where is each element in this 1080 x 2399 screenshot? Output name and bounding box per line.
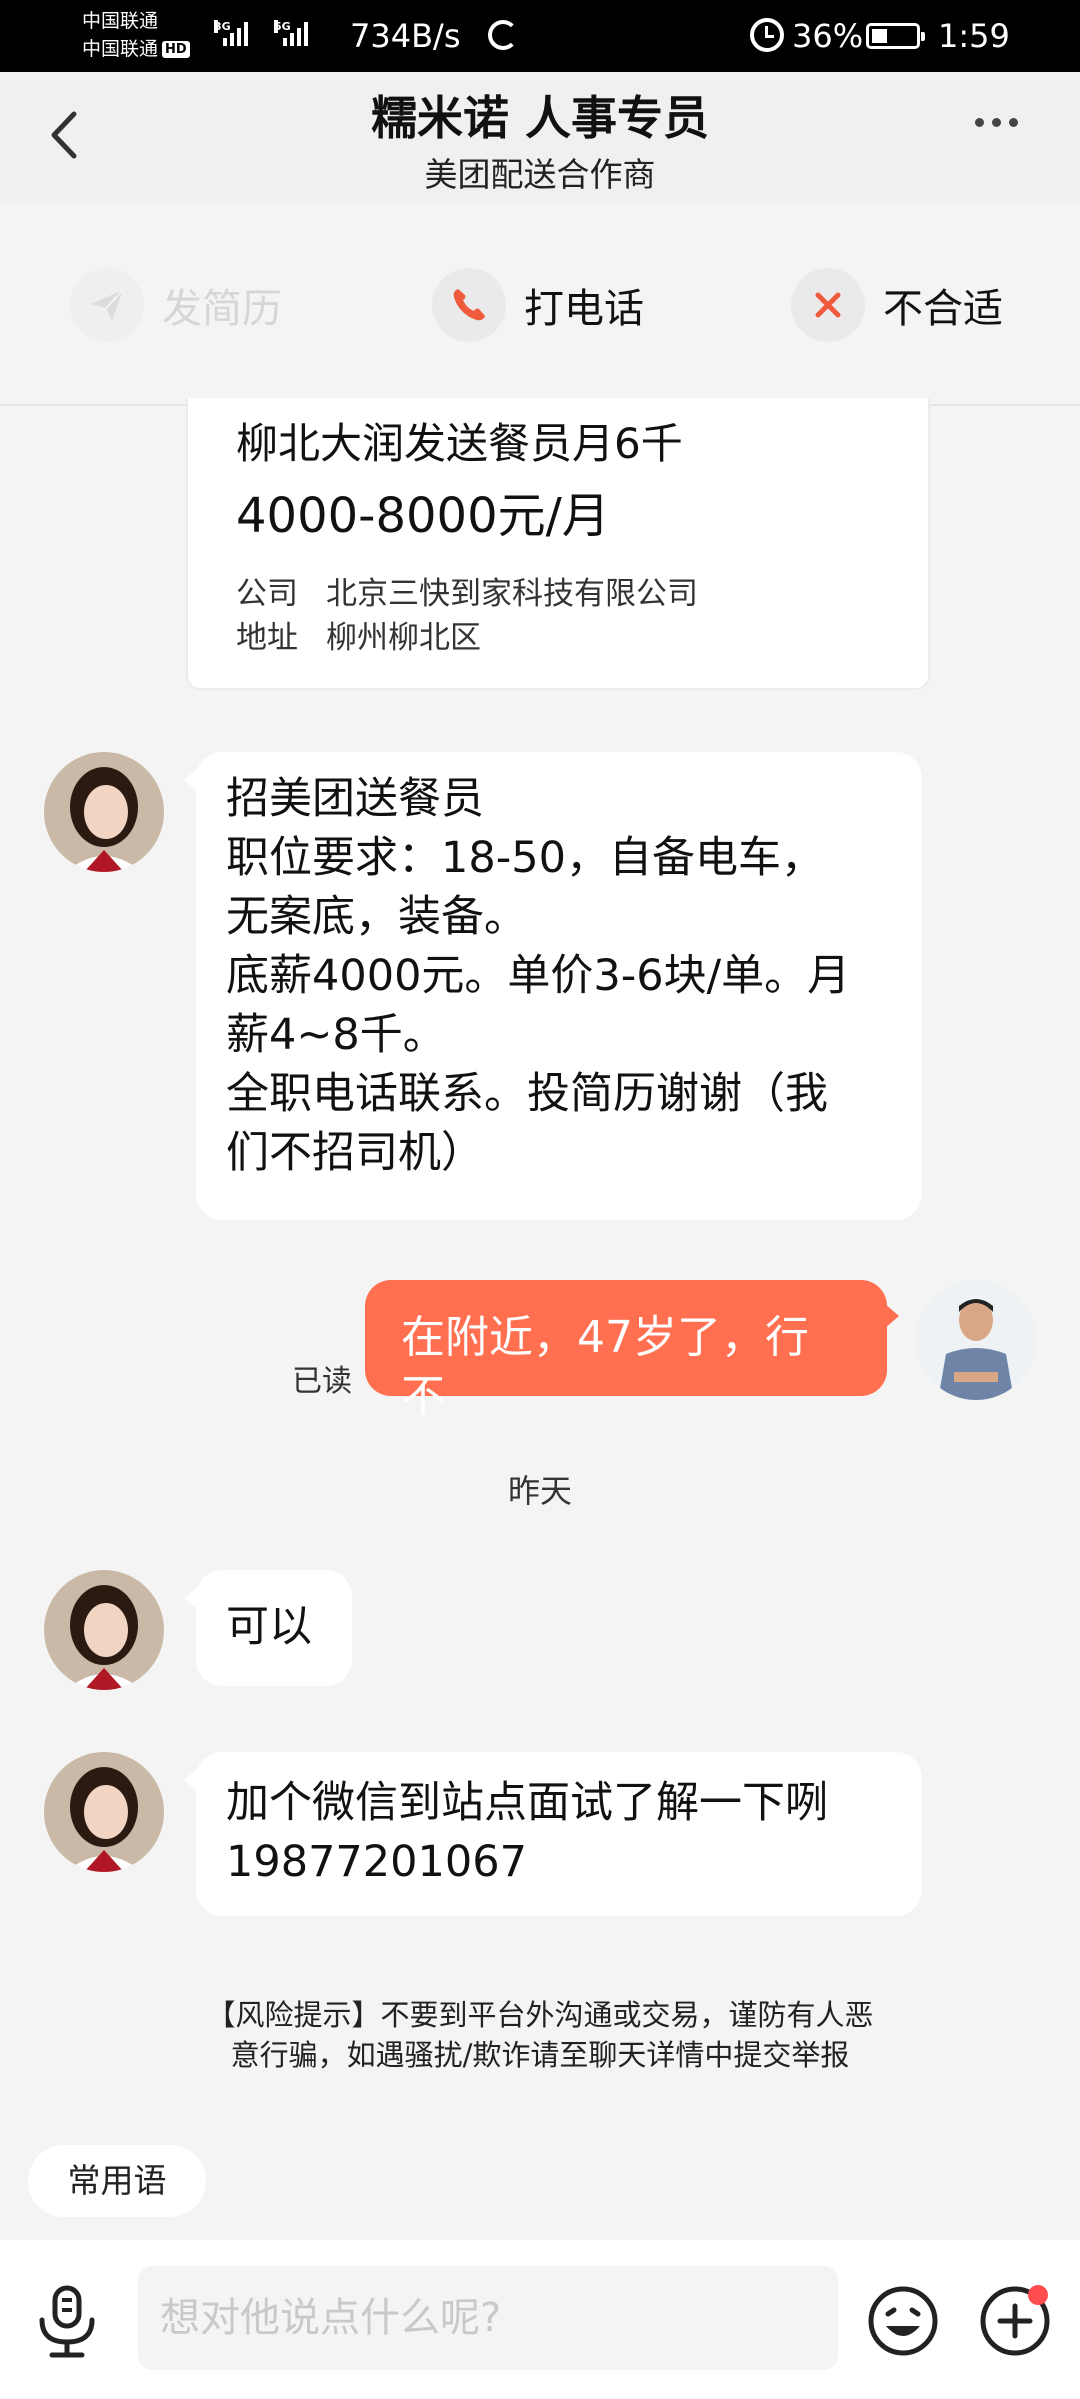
message-input[interactable] [138, 2266, 838, 2370]
signal-5g-icon: 5G [274, 20, 308, 46]
status-bar: 中国联通 中国联通 HD 3G 5G 734B/s 36% ⚡ 1:59 [0, 0, 1080, 72]
battery-fill [872, 29, 887, 43]
not-suitable-button[interactable]: 不合适 [791, 268, 1003, 342]
job-title: 柳北大润发送餐员月6千 [236, 419, 683, 468]
battery-percent: 36% [792, 17, 864, 55]
close-icon [791, 268, 865, 342]
message-line: 底薪4000元。单价3-6块/单。月 [226, 951, 851, 1001]
send-resume-button[interactable]: 发简历 [70, 268, 282, 342]
quick-phrases-button[interactable]: 常用语 [28, 2145, 206, 2217]
signal-3g-icon: 3G [214, 20, 248, 46]
voice-input-icon[interactable] [32, 2284, 102, 2360]
recruiter-avatar[interactable] [44, 1570, 164, 1690]
address-label: 地址 [236, 620, 298, 656]
job-company: 公司 北京三快到家科技有限公司 [236, 568, 698, 613]
address-value: 柳州柳北区 [326, 620, 481, 656]
page-subtitle: 美团配送合作商 [424, 155, 656, 194]
my-avatar[interactable] [916, 1280, 1036, 1400]
more-menu-icon[interactable] [975, 118, 1018, 127]
phone-icon [432, 268, 506, 342]
message-bubble: 招美团送餐员 职位要求：18-50，自备电车， 无案底，装备。 底薪4000元。… [184, 752, 922, 1220]
date-separator: 昨天 [507, 1472, 572, 1510]
message-line: 们不招司机） [226, 1128, 484, 1178]
message-line: 薪4~8千。 [226, 1010, 446, 1060]
risk-notice: 【风险提示】不要到平台外沟通或交易，谨防有人恶 意行骗，如遇骚扰/欺诈请至聊天详… [170, 1995, 910, 2075]
message-bubble: 可以 [184, 1570, 352, 1686]
message-line: 职位要求：18-50，自备电车， [226, 833, 824, 883]
message-phone-number: 19877201067 [226, 1837, 527, 1887]
page-title: 糯米诺 人事专员 [370, 91, 709, 145]
call-button[interactable]: 打电话 [432, 268, 644, 342]
company-value: 北京三快到家科技有限公司 [326, 576, 698, 612]
message-line: 全职电话联系。投简历谢谢（我 [226, 1069, 828, 1119]
company-label: 公司 [236, 576, 298, 612]
network-speed: 734B/s [350, 17, 461, 55]
send-resume-label: 发简历 [162, 286, 282, 332]
emoji-icon[interactable] [866, 2284, 940, 2358]
job-address: 地址 柳州柳北区 [236, 612, 481, 657]
risk-notice-line: 【风险提示】不要到平台外沟通或交易，谨防有人恶 [206, 1998, 874, 2032]
message-line: 无案底，装备。 [226, 892, 527, 942]
clock: 1:59 [938, 17, 1010, 55]
loading-icon [488, 20, 518, 50]
message-bubble: 加个微信到站点面试了解一下咧 19877201067 [184, 1752, 922, 1916]
battery-icon: ⚡ [866, 23, 925, 49]
not-suitable-label: 不合适 [883, 286, 1003, 332]
message-line: 招美团送餐员 [226, 774, 484, 824]
job-card[interactable]: 柳北大润发送餐员月6千 4000-8000元/月 公司 北京三快到家科技有限公司 … [186, 398, 930, 690]
recruiter-avatar[interactable] [44, 752, 164, 872]
my-message-bubble: 在附近，47岁了，行不 [365, 1280, 899, 1422]
carrier-1: 中国联通 [82, 10, 159, 32]
carrier-2: 中国联通 HD [82, 37, 190, 61]
notification-dot [1028, 2285, 1048, 2305]
message-line: 加个微信到站点面试了解一下咧 [226, 1778, 828, 1828]
risk-notice-line: 意行骗，如遇骚扰/欺诈请至聊天详情中提交举报 [230, 2038, 850, 2072]
recruiter-avatar[interactable] [44, 1752, 164, 1872]
read-receipt: 已读 [292, 1364, 352, 1399]
alarm-icon [750, 18, 784, 52]
hd-badge: HD [162, 41, 190, 58]
job-salary: 4000-8000元/月 [236, 488, 610, 544]
call-label: 打电话 [524, 286, 644, 332]
paper-plane-icon [70, 268, 144, 342]
